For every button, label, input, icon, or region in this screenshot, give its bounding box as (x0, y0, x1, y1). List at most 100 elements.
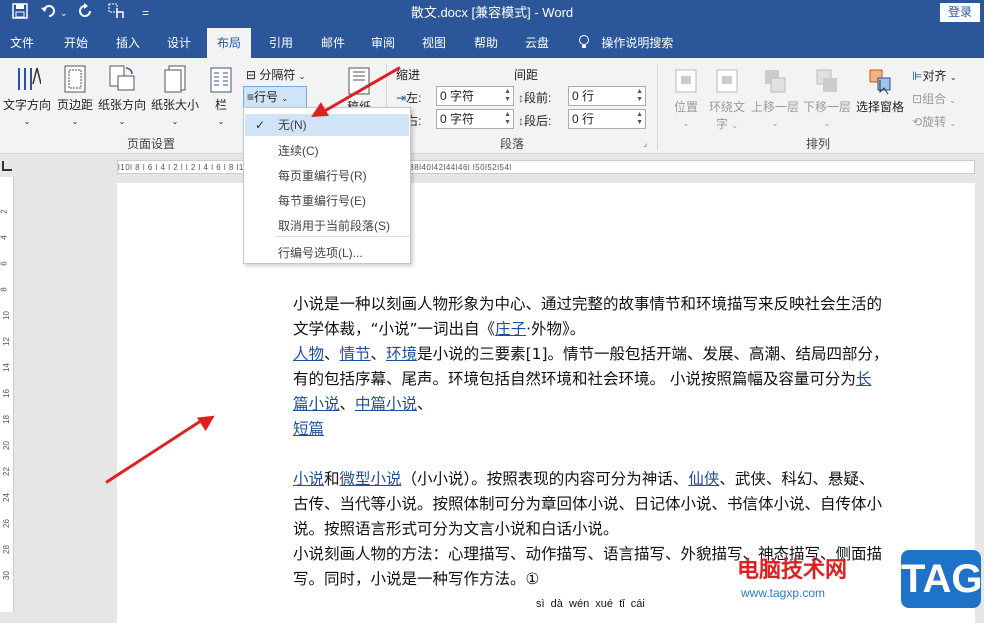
indent-right-input[interactable]: 0 字符 ▲ ▼ (436, 109, 514, 129)
link-characters[interactable]: 人物 (293, 345, 324, 363)
line-numbers-icon: ≡ (247, 90, 255, 104)
vertical-ruler-label: 4 (0, 235, 9, 240)
spacing-after-input[interactable]: 0 行 ▲ ▼ (568, 109, 646, 129)
login-button[interactable]: 登录 (940, 3, 980, 22)
vertical-ruler-label: 2 (0, 209, 9, 214)
text-direction-icon (13, 64, 42, 94)
text-line: 小说是一种以刻画人物形象为中心、通过完整的故事情节和环境描写来反映社会生活的 (293, 295, 883, 313)
selection-pane-icon (866, 66, 894, 96)
rotate-button[interactable]: ⟲旋转 ⌄ (912, 113, 956, 130)
spin-arrows-icon[interactable]: ▲ ▼ (636, 88, 643, 104)
bring-forward-button[interactable]: 上移一层 ⌄ (750, 66, 800, 129)
menu-item-restart-page[interactable]: 每页重编行号(R) (278, 167, 367, 184)
tab-help[interactable]: 帮助 (464, 28, 508, 58)
save-icon[interactable] (12, 3, 28, 23)
spacing-before-input[interactable]: 0 行 ▲ ▼ (568, 86, 646, 106)
paragraph[interactable]: 小说是一种以刻画人物形象为中心、通过完整的故事情节和环境描写来反映社会生活的 文… (293, 292, 933, 592)
spin-arrows-icon[interactable]: ▲ ▼ (504, 111, 511, 127)
align-icon: ⊫ (912, 69, 923, 83)
vertical-ruler-label: 26 (1, 519, 11, 528)
text-direction-button[interactable]: 文字方向 ⌄ (2, 64, 52, 127)
paragraph-group-label: 段落 (500, 137, 525, 151)
ribbon-tabs: 文件 开始 插入 设计 布局 引用 邮件 审阅 视图 帮助 云盘 操作说明搜索 (0, 28, 984, 58)
link-novel[interactable]: 小说 (293, 470, 324, 488)
tab-mailings[interactable]: 邮件 (311, 28, 355, 58)
vertical-ruler[interactable]: 2 4 6 8 10 12 14 16 18 20 22 24 26 28 30 (0, 177, 14, 612)
menu-item-continuous[interactable]: 连续(C) (278, 142, 319, 159)
undo-dropdown-icon[interactable]: ⌄ (60, 3, 68, 23)
watermark-text: 电脑技术网 (737, 558, 848, 583)
tab-view[interactable]: 视图 (412, 28, 456, 58)
menu-item-options[interactable]: 行编号选项(L)... (278, 244, 363, 261)
columns-label: 栏 (214, 98, 227, 112)
group-button[interactable]: ⊡组合 ⌄ (912, 90, 956, 107)
pinyin-line: sì dà wén xué tǐ cái (536, 598, 645, 610)
tab-design[interactable]: 设计 (157, 28, 201, 58)
bring-forward-icon (761, 66, 789, 96)
group-label: 组合 (922, 92, 947, 106)
menu-item-suppress[interactable]: 取消用于当前段落(S) (278, 217, 390, 234)
paragraph-dialog-launcher-icon[interactable]: ⌟ (643, 138, 647, 149)
vertical-ruler-label: 22 (1, 467, 11, 476)
size-button[interactable]: 纸张大小 ⌄ (149, 64, 201, 127)
menu-item-none[interactable]: ✓ 无(N) (245, 114, 409, 136)
vertical-ruler-label: 20 (1, 441, 11, 450)
undo-icon[interactable] (40, 3, 58, 23)
menu-divider (276, 236, 410, 237)
tab-review[interactable]: 审阅 (361, 28, 405, 58)
vertical-ruler-label: 28 (1, 545, 11, 554)
tab-insert[interactable]: 插入 (106, 28, 150, 58)
columns-button[interactable]: 栏 ⌄ (206, 64, 236, 127)
redo-icon[interactable] (78, 3, 94, 23)
touch-mode-icon[interactable] (108, 3, 126, 23)
link-environment[interactable]: 环境 (386, 345, 417, 363)
tab-cloud[interactable]: 云盘 (515, 28, 559, 58)
link-micro-novel[interactable]: 微型小说 (340, 470, 402, 488)
align-button[interactable]: ⊫对齐 ⌄ (912, 67, 957, 84)
orientation-icon (108, 64, 136, 94)
arrange-group-label: 排列 (806, 137, 831, 151)
rotate-icon: ⟲ (912, 115, 923, 129)
menu-item-label: 无(N) (278, 118, 307, 132)
line-numbers-label: 行号 (254, 90, 279, 104)
breaks-button[interactable]: ⊟ 分隔符 ⌄ (246, 66, 305, 83)
tell-me-search[interactable]: 操作说明搜索 (568, 28, 683, 58)
orientation-button[interactable]: 纸张方向 ⌄ (96, 64, 148, 127)
watermark: 电脑技术网 www.tagxp.com TAG (735, 548, 984, 612)
vertical-ruler-label: 18 (1, 415, 11, 424)
link-novel-long-2[interactable]: 篇小说 (293, 395, 340, 413)
tab-layout[interactable]: 布局 (207, 28, 252, 58)
link-zhuangzi[interactable]: 庄子 (495, 320, 526, 338)
text-line: 篇小说、中篇小说、 (293, 395, 433, 413)
indent-left-icon: ⇥ (396, 91, 407, 105)
vertical-ruler-label: 12 (1, 337, 11, 346)
tab-selector-icon[interactable] (2, 161, 12, 171)
spin-arrows-icon[interactable]: ▲ ▼ (504, 88, 511, 104)
vertical-ruler-label: 16 (1, 389, 11, 398)
link-novella[interactable]: 中篇小说 (355, 395, 417, 413)
position-button[interactable]: 位置 ⌄ (666, 66, 706, 129)
link-xianxia[interactable]: 仙侠 (688, 470, 719, 488)
vertical-ruler-label: 14 (1, 363, 11, 372)
text-line: 文学体裁，“小说”一词出自《庄子·外物》。 (293, 320, 586, 338)
link-plot[interactable]: 情节 (340, 345, 371, 363)
text-line: 小说和微型小说（小小说）。按照表现的内容可分为神话、仙侠、武侠、科幻、悬疑、 (293, 470, 875, 488)
send-backward-button[interactable]: 下移一层 ⌄ (802, 66, 852, 129)
wrap-text-button[interactable]: 环绕文字 ⌄ (706, 66, 748, 132)
line-numbers-button[interactable]: ≡行号 ⌄ (243, 86, 307, 108)
send-backward-label: 下移一层 (802, 100, 851, 114)
indent-left-input[interactable]: 0 字符 ▲ ▼ (436, 86, 514, 106)
spin-arrows-icon[interactable]: ▲ ▼ (636, 111, 643, 127)
tab-file[interactable]: 文件 (0, 28, 44, 58)
tab-references[interactable]: 引用 (259, 28, 303, 58)
tab-home[interactable]: 开始 (54, 28, 98, 58)
customize-qat-icon[interactable]: = (142, 3, 149, 23)
link-short-story[interactable]: 短篇 (293, 420, 324, 438)
menu-item-restart-section[interactable]: 每节重编行号(E) (278, 192, 366, 209)
selection-pane-label: 选择窗格 (855, 100, 904, 114)
spacing-after-label: ↕段后: (518, 114, 552, 128)
selection-pane-button[interactable]: 选择窗格 (855, 66, 905, 115)
spacing-title: 间距 (514, 68, 539, 82)
link-novel-long[interactable]: 长 (856, 370, 872, 388)
margins-button[interactable]: 页边距 ⌄ (55, 64, 95, 127)
